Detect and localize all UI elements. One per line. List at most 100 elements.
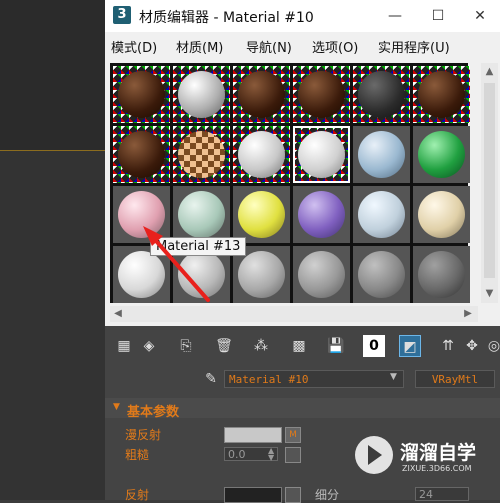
material-type-button[interactable]: VRayMtl: [415, 370, 495, 388]
material-preview-sphere: [118, 251, 165, 298]
material-preview-sphere: [358, 71, 405, 118]
material-preview-sphere: [238, 131, 285, 178]
menu-utilities[interactable]: 实用程序(U): [378, 37, 450, 56]
material-toolbar: ▦ ◈ ⎘ 🗑 ⁂ ▩ 💾 0 ◩ ⇈ ✥ ◎: [105, 326, 500, 366]
reflect-map-button[interactable]: [285, 487, 301, 503]
material-slot[interactable]: [173, 66, 230, 123]
material-slot[interactable]: [413, 186, 470, 243]
menu-mode[interactable]: 模式(D): [111, 37, 157, 56]
reflect-label: 反射: [125, 488, 150, 502]
material-preview-sphere: [178, 131, 225, 178]
viewport-background: [0, 0, 105, 500]
scroll-up-icon[interactable]: ▲: [481, 63, 498, 80]
material-preview-sphere: [298, 251, 345, 298]
diffuse-map-button[interactable]: M: [285, 427, 301, 443]
material-preview-sphere: [358, 131, 405, 178]
material-slot[interactable]: [113, 186, 170, 243]
material-slot[interactable]: [293, 186, 350, 243]
window-title: 材质编辑器 - Material #10: [139, 10, 314, 26]
scroll-left-icon[interactable]: ◀: [110, 306, 126, 322]
eyedropper-icon[interactable]: ✎: [200, 368, 222, 390]
material-slot[interactable]: [173, 186, 230, 243]
scroll-down-icon[interactable]: ▼: [481, 285, 498, 302]
watermark-url: ZIXUE.3D66.COM: [402, 464, 472, 473]
delete-icon[interactable]: 🗑: [213, 335, 235, 357]
put-to-library-icon[interactable]: ▩: [288, 335, 310, 357]
material-slot[interactable]: [233, 66, 290, 123]
watermark-logo: 溜溜自学 ZIXUE.3D66.COM: [352, 430, 500, 500]
title-bar: 3 材质编辑器 - Material #10 — ☐ ✕: [105, 0, 500, 32]
put-to-scene-icon[interactable]: ◈: [138, 335, 160, 357]
close-button[interactable]: ✕: [465, 4, 495, 28]
material-slot[interactable]: [293, 126, 350, 183]
material-slot-grid: [110, 63, 470, 303]
get-material-icon[interactable]: ▦: [113, 335, 135, 357]
material-slot[interactable]: [413, 66, 470, 123]
material-preview-sphere: [358, 251, 405, 298]
scroll-right-icon[interactable]: ▶: [460, 306, 476, 322]
spinner-arrows-icon[interactable]: ▲ ▼: [268, 447, 274, 462]
material-slot[interactable]: [293, 246, 350, 303]
maximize-button[interactable]: ☐: [423, 4, 453, 28]
watermark-name: 溜溜自学: [400, 442, 477, 464]
material-preview-sphere: [178, 71, 225, 118]
material-preview-sphere: [418, 71, 465, 118]
reflect-color-swatch[interactable]: [224, 487, 282, 503]
material-preview-sphere: [298, 191, 345, 238]
material-slot[interactable]: [353, 66, 410, 123]
go-to-parent-icon[interactable]: ✥: [461, 335, 483, 357]
save-icon[interactable]: 💾: [325, 335, 347, 357]
material-slot[interactable]: [173, 126, 230, 183]
material-preview-sphere: [418, 191, 465, 238]
material-preview-sphere: [238, 251, 285, 298]
material-slot[interactable]: [353, 186, 410, 243]
diffuse-color-swatch[interactable]: [224, 427, 282, 443]
material-preview-sphere: [418, 251, 465, 298]
slot-tooltip: Material #13: [150, 237, 247, 256]
subdivs-label: 细分: [315, 488, 340, 502]
material-slot[interactable]: [233, 186, 290, 243]
go-forward-icon[interactable]: ◎: [483, 335, 500, 357]
chevron-down-icon[interactable]: ▼: [390, 372, 397, 382]
app-icon: 3: [113, 6, 131, 24]
material-preview-sphere: [238, 71, 285, 118]
roughness-label: 粗糙: [125, 448, 150, 462]
material-preview-sphere: [298, 71, 345, 118]
material-preview-sphere: [298, 131, 345, 178]
material-preview-sphere: [118, 131, 165, 178]
menu-navigation[interactable]: 导航(N): [246, 37, 292, 56]
material-preview-sphere: [178, 251, 225, 298]
material-slot[interactable]: [413, 246, 470, 303]
menu-material[interactable]: 材质(M): [176, 37, 223, 56]
roughness-map-button[interactable]: [285, 447, 301, 463]
material-slot[interactable]: [353, 246, 410, 303]
material-preview-sphere: [418, 131, 465, 178]
collapse-arrow-icon[interactable]: ▼: [113, 402, 120, 412]
make-unique-icon[interactable]: ⁂: [250, 335, 272, 357]
show-shaded-icon[interactable]: ◩: [399, 335, 421, 357]
viewport-divider: [0, 150, 105, 151]
material-slot[interactable]: [113, 126, 170, 183]
material-slot[interactable]: [233, 126, 290, 183]
material-id-channel-icon[interactable]: 0: [363, 335, 385, 357]
horizontal-scrollbar[interactable]: ◀ ▶: [110, 306, 478, 322]
assign-to-selection-icon[interactable]: ⎘: [175, 335, 197, 357]
menu-bar: 模式(D) 材质(M) 导航(N) 选项(O) 实用程序(U): [105, 33, 500, 57]
material-slot[interactable]: [413, 126, 470, 183]
material-slot[interactable]: [113, 66, 170, 123]
play-triangle-icon: [368, 445, 382, 465]
material-name-field[interactable]: Material #10: [224, 370, 404, 388]
basic-params-rollout[interactable]: ▼ 基本参数: [105, 398, 500, 420]
material-preview-sphere: [238, 191, 285, 238]
rollout-title: 基本参数: [127, 405, 180, 420]
menu-options[interactable]: 选项(O): [312, 37, 358, 56]
material-slot[interactable]: [293, 66, 350, 123]
viewport-lower: [0, 150, 105, 500]
vertical-scrollbar[interactable]: ▲ ▼: [481, 63, 498, 303]
diffuse-label: 漫反射: [125, 428, 162, 442]
scroll-thumb[interactable]: [484, 83, 495, 278]
show-end-result-icon[interactable]: ⇈: [437, 335, 459, 357]
minimize-button[interactable]: —: [380, 4, 410, 28]
material-preview-sphere: [358, 191, 405, 238]
material-slot[interactable]: [353, 126, 410, 183]
